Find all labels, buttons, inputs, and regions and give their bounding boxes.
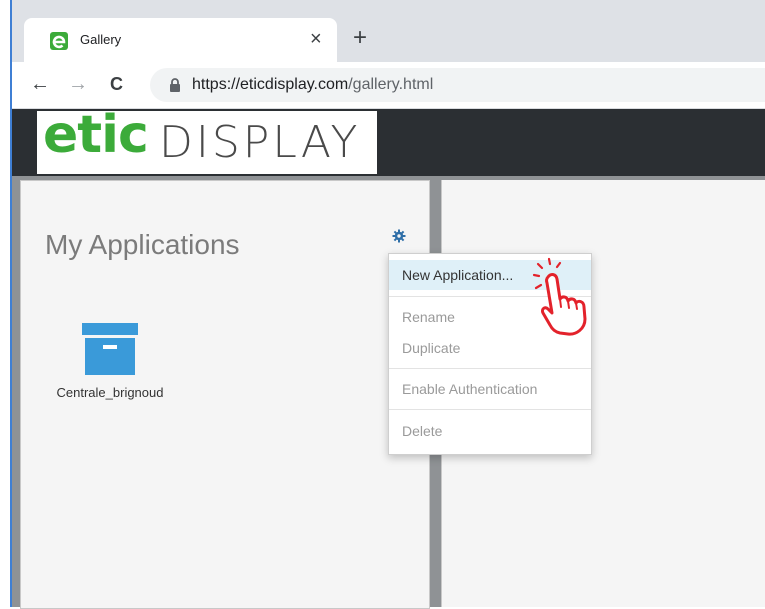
menu-item-label: Rename — [402, 309, 455, 325]
menu-item-label: Delete — [402, 423, 443, 439]
menu-divider — [389, 368, 591, 369]
archive-box-icon — [82, 323, 138, 375]
browser-toolbar: ← → C https://eticdisplay.com/gallery.ht… — [12, 62, 765, 109]
address-bar[interactable]: https://eticdisplay.com/gallery.html — [150, 68, 765, 102]
menu-item-delete[interactable]: Delete — [389, 416, 591, 446]
tab-close-icon[interactable]: × — [310, 27, 322, 51]
menu-item-label: New Application... — [402, 267, 514, 283]
url-host: https://eticdisplay.com — [192, 76, 349, 93]
url-path: /gallery.html — [348, 76, 434, 93]
logo-etic-text: etic — [43, 105, 149, 165]
panel-title: My Applications — [45, 229, 240, 260]
logo-display-text: DISPLAY — [159, 117, 361, 168]
etic-display-logo[interactable]: etic DISPLAY — [37, 105, 377, 174]
menu-item-label: Duplicate — [402, 340, 461, 356]
lock-icon — [170, 78, 180, 92]
gear-icon[interactable] — [392, 229, 406, 243]
menu-item-label: Enable Authentication — [402, 381, 538, 397]
new-tab-button[interactable]: + — [353, 22, 367, 54]
reload-icon[interactable]: C — [110, 71, 123, 97]
site-favicon-icon — [50, 32, 68, 50]
menu-divider — [389, 409, 591, 410]
menu-item-duplicate[interactable]: Duplicate — [389, 333, 591, 363]
application-item[interactable]: Centrale_brignoud — [45, 321, 175, 404]
tab-strip: Gallery × + — [12, 0, 765, 62]
tab-title: Gallery — [80, 32, 122, 47]
browser-tab-gallery[interactable]: Gallery × — [24, 18, 337, 62]
back-icon[interactable]: ← — [30, 71, 50, 97]
window-edge — [0, 0, 10, 607]
application-label: Centrale_brignoud — [56, 385, 164, 400]
forward-icon[interactable]: → — [68, 71, 88, 97]
app-header: etic DISPLAY — [12, 105, 765, 176]
pointing-hand-icon — [532, 257, 587, 336]
my-applications-panel: My Applications Centrale_brignoud — [20, 180, 430, 609]
url-text: https://eticdisplay.com/gallery.html — [192, 76, 433, 94]
menu-item-enable-authentication[interactable]: Enable Authentication — [389, 374, 591, 404]
